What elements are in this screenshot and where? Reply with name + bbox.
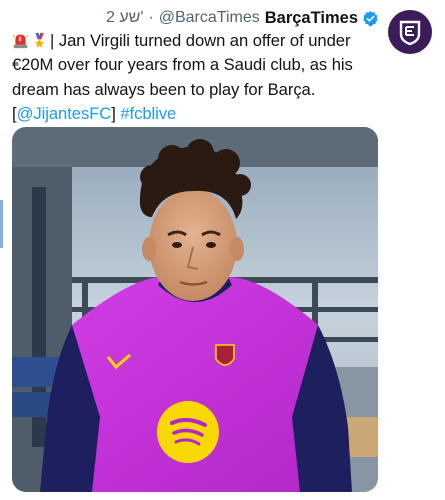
verified-badge-icon [363,10,378,26]
player-photo [12,127,378,492]
display-name[interactable]: BarçaTimes [265,9,358,28]
avatar[interactable] [388,10,432,54]
tweet-photo[interactable] [12,127,378,492]
tweet-body-close: ] [111,103,121,123]
tweet-header: 2 שע' · @BarcaTimes BarçaTimes [106,6,379,30]
police-light-icon [12,34,29,49]
tweet-view: 2 שע' · @BarcaTimes BarçaTimes | Jan Vir… [0,0,445,500]
tweet-time[interactable]: 2 שע' [106,9,143,27]
user-handle[interactable]: @BarcaTimes [159,9,260,27]
tweet-text: | Jan Virgili turned down an offer of un… [12,29,380,126]
hashtag-link[interactable]: #fcblive [120,104,176,123]
mention-link[interactable]: @JijantesFC [17,104,112,123]
separator-dot: · [148,9,154,26]
barca-times-logo-icon [399,20,421,46]
medal-icon [34,32,45,48]
scroll-indicator [0,200,3,248]
